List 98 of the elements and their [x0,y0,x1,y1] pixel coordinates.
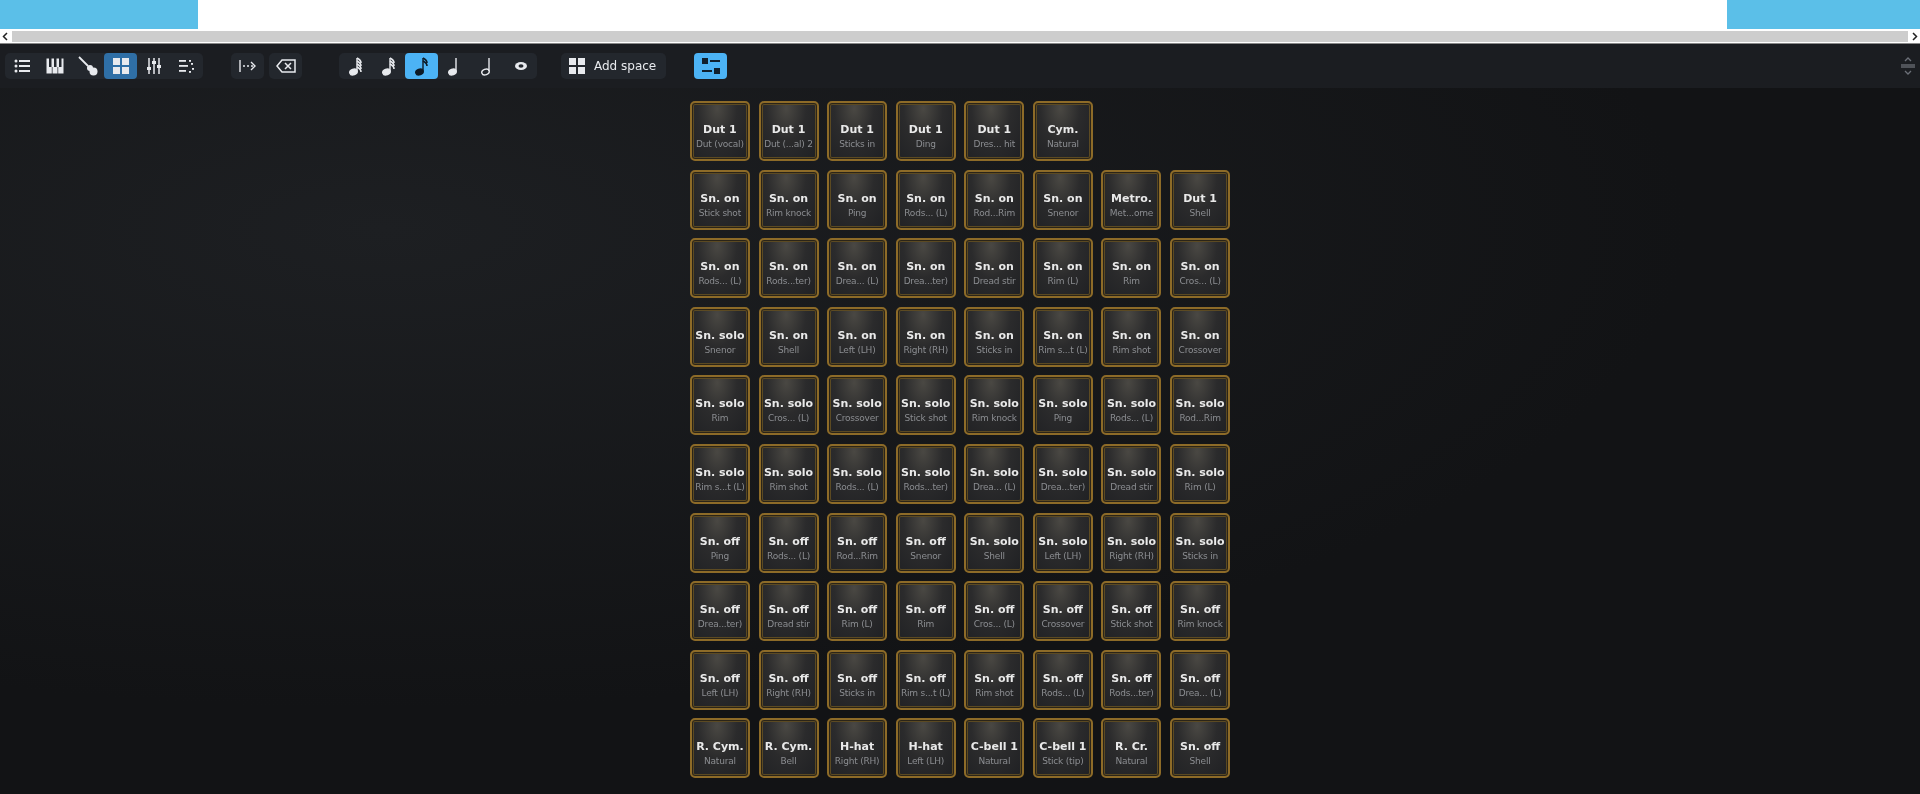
drum-pad[interactable]: Sn. on Rim shot [1101,306,1162,367]
drum-pad[interactable]: Sn. solo Shell [964,512,1025,573]
note-icon [348,56,363,76]
drum-pad[interactable]: Sn. on Rods...ter) [758,238,819,299]
drum-pad[interactable]: Sn. on Right (RH) [895,306,956,367]
grid-icon [569,58,585,74]
drum-pad[interactable]: Sn. off Cros... (L) [964,581,1025,642]
drum-pad[interactable]: Sn. off Rim (L) [827,581,888,642]
drum-pad[interactable]: Sn. on Sticks in [964,306,1025,367]
drum-pad[interactable]: Sn. off Shell [1170,718,1231,779]
drum-pad[interactable]: Sn. off Rods... (L) [1032,649,1093,710]
drum-pad[interactable]: Sn. solo Rods... (L) [1101,375,1162,436]
drum-pad[interactable]: C-bell 1 Natural [964,718,1025,779]
drum-pad[interactable]: Sn. solo Stick shot [895,375,956,436]
drum-pad[interactable]: Sn. off Snenor [895,512,956,573]
drum-pad[interactable]: Dut 1 Sticks in [827,101,888,161]
drum-pad[interactable]: Sn. on Shell [758,306,819,367]
drum-pad[interactable]: Sn. off Rim shot [964,649,1025,710]
drum-pad[interactable]: Sn. on Cros... (L) [1170,238,1231,299]
backspace-icon [275,59,296,73]
drum-pad[interactable]: Sn. on Drea...ter) [895,238,956,299]
drum-pad[interactable]: Sn. solo Rod...Rim [1170,375,1231,436]
drum-pad[interactable]: Sn. off Stick shot [1101,581,1162,642]
grid-icon [112,58,129,74]
drum-pad[interactable]: Sn. solo Rim shot [758,443,819,504]
drum-pad[interactable]: Sn. off Rim [895,581,956,642]
drum-pad[interactable]: Sn. solo Rim (L) [1170,443,1231,504]
drum-pad[interactable]: Sn. solo Rim s...t (L) [689,443,750,504]
toolbar-button[interactable] [104,53,137,79]
drum-pad[interactable]: Sn. solo Rim knock [964,375,1025,436]
drum-pad[interactable]: Sn. on Left (LH) [827,306,888,367]
drum-pad[interactable]: Sn. off Dread stir [758,581,819,642]
drum-pad[interactable]: Sn. off Drea...ter) [689,581,750,642]
swap-icon [701,58,720,74]
drum-pad[interactable]: Dut 1 Dres... hit [964,101,1025,161]
drum-pad[interactable]: Cym. Natural [1032,101,1093,161]
add-space-button[interactable]: Add space [561,53,667,79]
drum-pad[interactable]: C-bell 1 Stick (tip) [1032,718,1093,779]
drum-pad[interactable]: Sn. on Drea... (L) [827,238,888,299]
drum-pad[interactable]: Sn. solo Cros... (L) [758,375,819,436]
drum-pad[interactable]: Sn. solo Right (RH) [1101,512,1162,573]
drum-pad[interactable]: Sn. off Rod...Rim [827,512,888,573]
tracks-icon [178,59,195,73]
drum-pad[interactable]: Sn. on Rim knock [758,169,819,230]
drum-pad[interactable]: Sn. off Rim knock [1170,581,1231,642]
drum-pad[interactable]: Dut 1 Dut (vocal) [689,101,750,161]
drum-pad[interactable]: Sn. off Sticks in [827,649,888,710]
drum-pad[interactable]: Sn. solo Drea... (L) [964,443,1025,504]
scroll-left-icon[interactable] [2,31,8,41]
drum-pad[interactable]: R. Cym. Bell [758,718,819,779]
drum-pad[interactable]: Sn. on Dread stir [964,238,1025,299]
drum-pad[interactable]: Sn. solo Rim [689,375,750,436]
drum-pad[interactable]: Sn. solo Crossover [827,375,888,436]
whole-note-icon [513,61,528,71]
drum-pad[interactable]: Sn. on Rods... (L) [689,238,750,299]
toolbar-button[interactable] [405,53,438,79]
piano-keys-icon [45,58,64,74]
drum-pad[interactable]: Sn. solo Drea...ter) [1032,443,1093,504]
drum-pad[interactable]: R. Cr. Natural [1101,718,1162,779]
drum-pad[interactable]: Sn. solo Snenor [689,306,750,367]
drum-pad[interactable]: Sn. off Ping [689,512,750,573]
drum-pad[interactable]: Sn. off Rim s...t (L) [895,649,956,710]
drum-pad[interactable]: Sn. on Crossover [1170,306,1231,367]
drum-pad[interactable]: Sn. off Left (LH) [689,649,750,710]
drum-pad[interactable]: Sn. on Rim (L) [1032,238,1093,299]
drum-pad[interactable]: Sn. solo Rods... (L) [827,443,888,504]
drum-pad[interactable]: Sn. on Snenor [1032,169,1093,230]
drum-pad[interactable]: Sn. solo Left (LH) [1032,512,1093,573]
note-icon [381,56,396,76]
drum-pad[interactable]: Sn. on Rods... (L) [895,169,956,230]
drum-pad[interactable]: Sn. off Right (RH) [758,649,819,710]
drum-pad[interactable]: Dut 1 Dut (...al) 2 [758,101,819,161]
drum-pad[interactable]: Sn. solo Rods...ter) [895,443,956,504]
drum-pad[interactable]: Sn. on Rod...Rim [964,169,1025,230]
drum-pad[interactable]: Sn. solo Dread stir [1101,443,1162,504]
drum-pad[interactable]: Dut 1 Ding [895,101,956,161]
drum-pad[interactable]: Sn. on Rim [1101,238,1162,299]
drum-pad[interactable]: Metro. Met...ome [1101,169,1162,230]
mixer-icon [145,57,162,75]
drum-pad[interactable]: Sn. on Rim s...t (L) [1032,306,1093,367]
drum-pad[interactable]: Sn. off Rods...ter) [1101,649,1162,710]
drum-pad[interactable]: H-hat Left (LH) [895,718,956,779]
expand-collapse-icon[interactable] [1901,57,1915,75]
toggle-button[interactable] [694,53,728,79]
drum-pad[interactable]: Sn. off Crossover [1032,581,1093,642]
drum-pad[interactable]: Sn. on Ping [827,169,888,230]
drum-pad[interactable]: Sn. on Stick shot [689,169,750,230]
scroll-right-icon[interactable] [1912,31,1918,41]
guitar-icon [77,56,98,76]
drum-pad[interactable]: Dut 1 Shell [1170,169,1231,230]
drum-pad[interactable]: Sn. solo Sticks in [1170,512,1231,573]
drum-pad[interactable]: H-hat Right (RH) [827,718,888,779]
note-icon [414,56,429,76]
drum-pad[interactable]: Sn. off Rods... (L) [758,512,819,573]
drum-pad[interactable]: Sn. off Drea... (L) [1170,649,1231,710]
list-icon [13,59,30,73]
drum-pad[interactable]: R. Cym. Natural [689,718,750,779]
drum-pad[interactable]: Sn. solo Ping [1032,375,1093,436]
